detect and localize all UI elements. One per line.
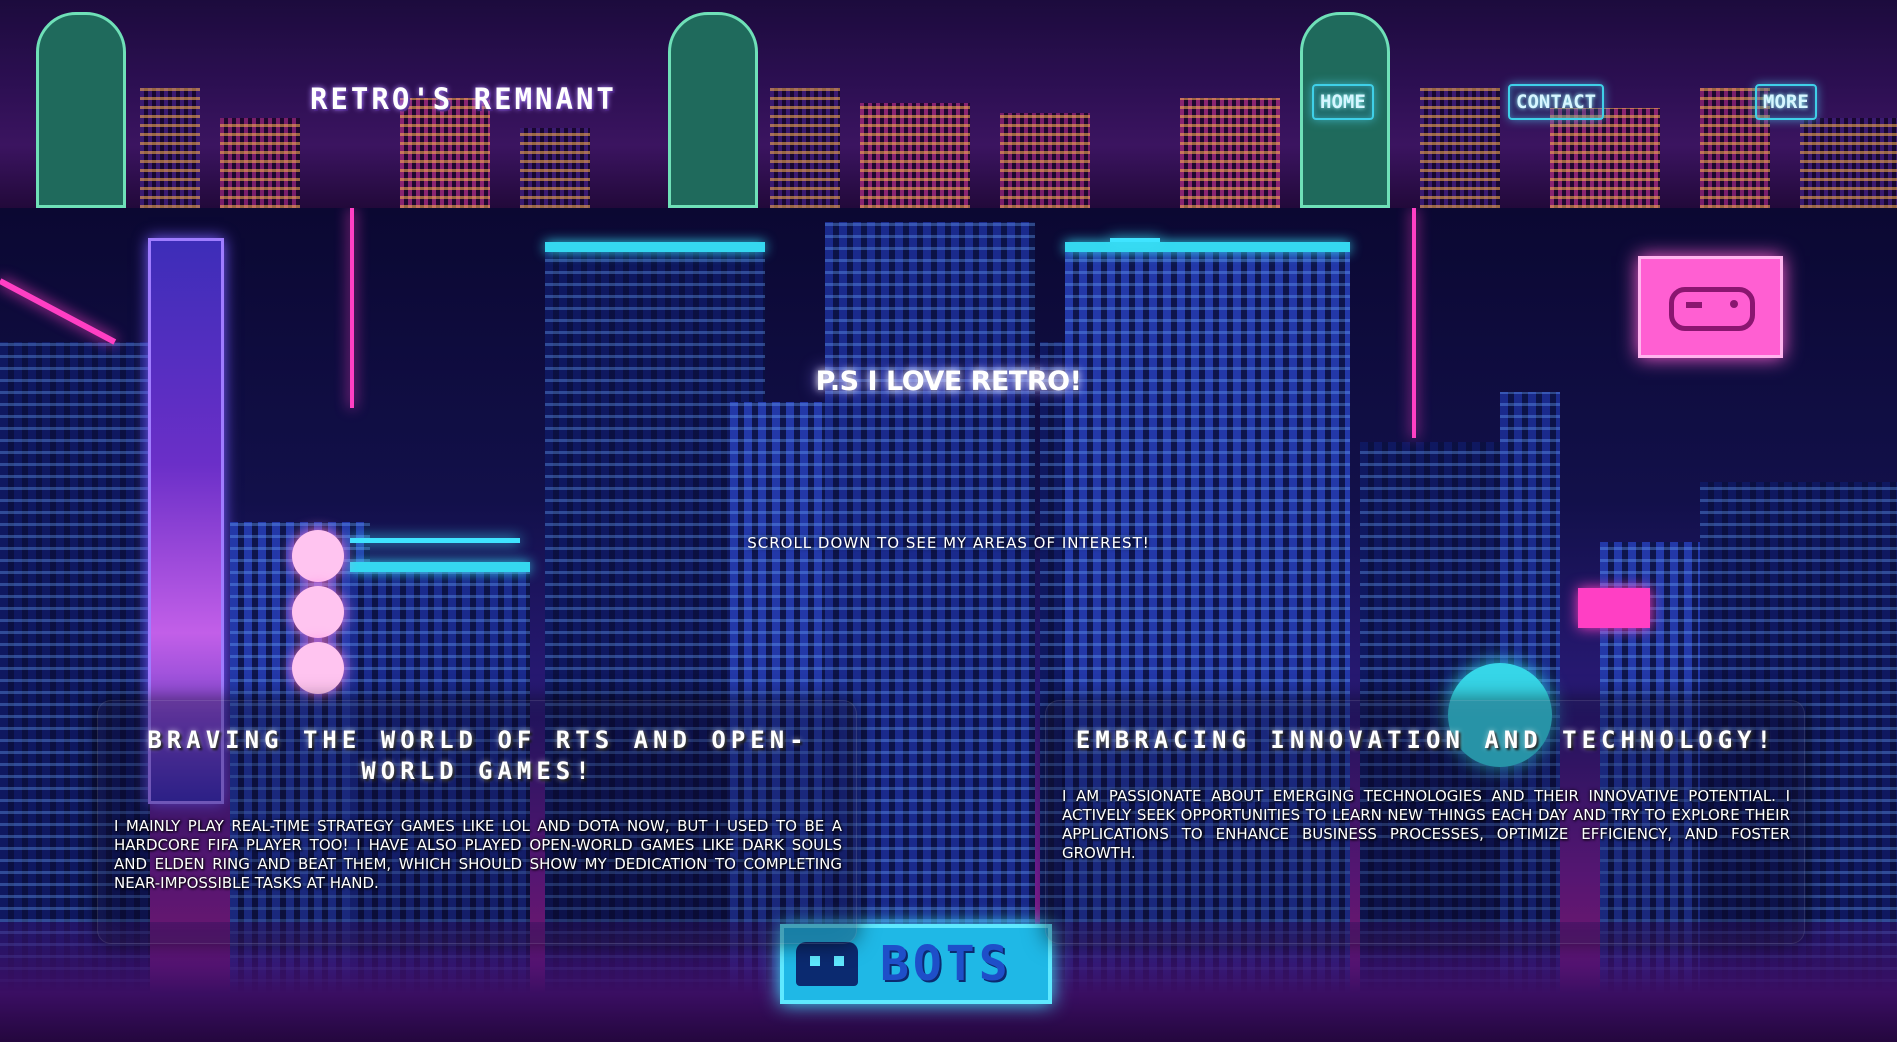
card-title: BRAVING THE WORLD OF RTS AND OPEN-WORLD … [147,726,809,785]
header-skyline-building [1000,113,1090,208]
header-skyline-tower [36,12,126,208]
header-skyline-tower [668,12,758,208]
header-skyline-building [1800,118,1897,208]
header-skyline-building [520,128,590,208]
page: RETRO'S REMNANT HOME CONTACT MORE BOTS P… [0,0,1897,1042]
header-skyline-building [140,88,200,208]
nav-more-button[interactable]: MORE [1755,84,1817,120]
interest-card-technology: EMBRACING INNOVATION AND TECHNOLOGY! I a… [1045,700,1805,944]
header-skyline-building [1180,98,1280,208]
hero-subheading: SCROLL DOWN TO SEE MY AREAS OF INTEREST! [747,534,1150,552]
neon-pole [1412,208,1416,438]
header-skyline-building [770,88,840,208]
gamepad-icon [1669,287,1755,331]
gamepad-sign [1638,256,1783,358]
header-skyline-building [1550,108,1660,208]
bots-sign-label: BOTS [880,936,1012,992]
site-title[interactable]: RETRO'S REMNANT [310,82,617,116]
nav-home-button[interactable]: HOME [1312,84,1374,120]
card-title: EMBRACING INNOVATION AND TECHNOLOGY! [1075,726,1777,754]
robot-icon [796,942,858,986]
nav-contact-button[interactable]: CONTACT [1508,84,1605,120]
neon-strip [0,278,117,345]
neon-orb [292,586,344,638]
header-skyline-building [1420,88,1500,208]
card-text: I am passionate about emerging technolog… [1062,787,1790,862]
header: RETRO'S REMNANT HOME CONTACT MORE [0,0,1897,210]
header-skyline-building [220,118,300,208]
card-text: I mainly play real-time strategy games l… [114,817,842,892]
neon-sign [1578,588,1650,628]
hero-section: BOTS P.S I LOVE RETRO! SCROLL DOWN TO SE… [0,208,1897,1042]
neon-strip [1110,238,1160,242]
interest-card-games: BRAVING THE WORLD OF RTS AND OPEN-WORLD … [97,700,857,944]
header-skyline-building [860,103,970,208]
hero-heading: P.S I LOVE RETRO! [815,366,1082,397]
neon-orb [292,642,344,694]
